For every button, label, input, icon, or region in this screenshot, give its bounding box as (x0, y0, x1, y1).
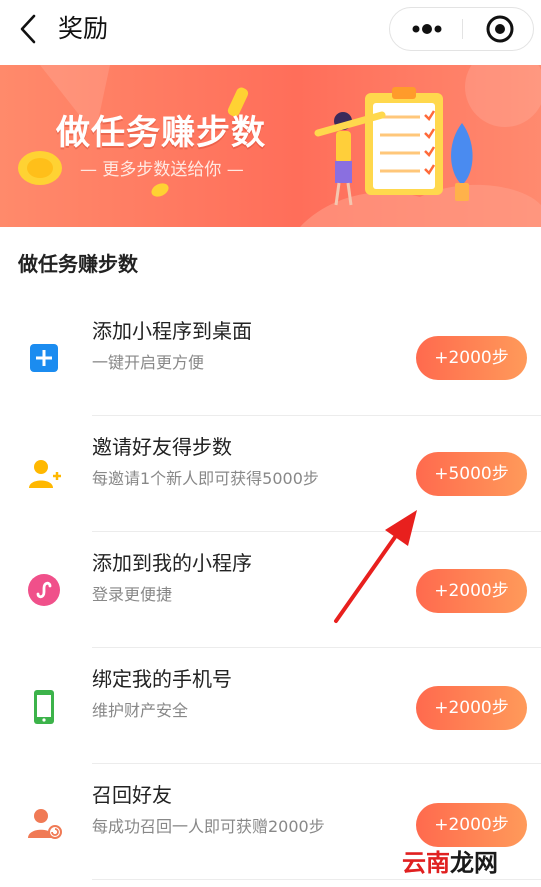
add-square-icon (30, 344, 58, 372)
recall-user-icon (28, 809, 62, 839)
task-description: 每成功召回一人即可获赠2000步 (92, 817, 325, 836)
close-target-icon[interactable] (463, 8, 533, 50)
task-row: 邀请好友得步数 每邀请1个新人即可获得5000步 +5000步 (0, 416, 541, 532)
task-label: 绑定我的手机号 (92, 667, 232, 691)
task-description: 维护财产安全 (92, 701, 189, 720)
watermark: 云南龙网 (402, 843, 498, 878)
row-divider (92, 879, 541, 880)
task-description: 登录更便捷 (92, 585, 173, 604)
task-row: 添加到我的小程序 登录更便捷 +2000步 (0, 532, 541, 648)
banner-subtitle: — 更多步数送给你 — (80, 160, 244, 180)
back-arrow-icon[interactable] (14, 12, 44, 46)
claim-reward-button[interactable]: +2000步 (416, 686, 527, 730)
task-description: 每邀请1个新人即可获得5000步 (92, 469, 319, 488)
phone-icon (34, 690, 54, 724)
watermark-part: 龙网 (450, 849, 498, 877)
watermark-part: 云南 (402, 849, 450, 877)
task-label: 添加小程序到桌面 (92, 319, 252, 343)
task-label: 添加到我的小程序 (92, 551, 252, 575)
task-row: 添加小程序到桌面 一键开启更方便 +2000步 (0, 300, 541, 416)
section-title: 做任务赚步数 (18, 252, 138, 276)
add-user-icon (29, 460, 61, 488)
mini-program-capsule (389, 7, 534, 51)
banner-title: 做任务赚步数 (56, 113, 266, 153)
task-description: 一键开启更方便 (92, 353, 205, 372)
claim-reward-button[interactable]: +2000步 (416, 336, 527, 380)
task-row: 绑定我的手机号 维护财产安全 +2000步 (0, 648, 541, 764)
claim-reward-button[interactable]: +5000步 (416, 452, 527, 496)
page-title: 奖励 (58, 14, 109, 43)
mini-program-icon (28, 574, 60, 606)
task-label: 邀请好友得步数 (92, 435, 232, 459)
claim-reward-button[interactable]: +2000步 (416, 569, 527, 613)
promo-banner: 做任务赚步数 — 更多步数送给你 — (0, 65, 541, 227)
task-label: 召回好友 (92, 783, 172, 807)
nav-bar: 奖励 (0, 0, 541, 62)
more-menu-icon[interactable] (390, 8, 462, 50)
claim-reward-button[interactable]: +2000步 (416, 803, 527, 847)
